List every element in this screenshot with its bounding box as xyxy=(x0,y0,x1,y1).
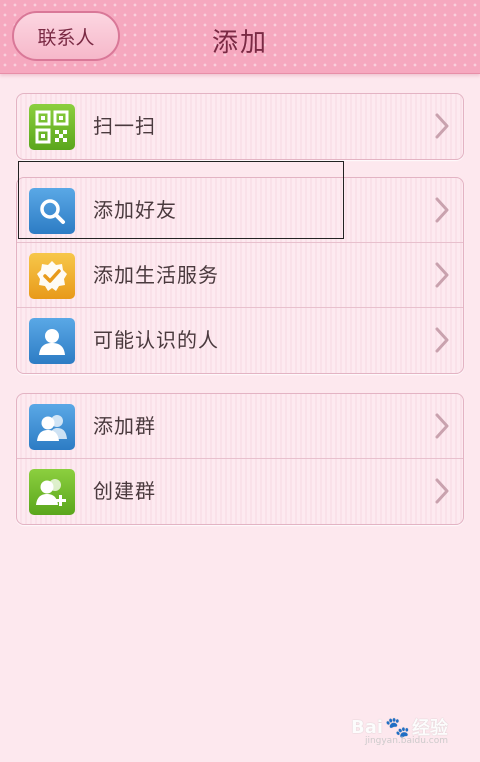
qr-code-icon xyxy=(29,104,75,150)
chevron-right-icon xyxy=(435,262,449,288)
verified-badge-icon xyxy=(29,253,75,299)
menu-item-label: 扫一扫 xyxy=(93,114,156,138)
watermark-url: jingyan.baidu.com xyxy=(364,736,448,746)
page-title: 添加 xyxy=(211,28,268,58)
header-bar: 联系人 添加 xyxy=(0,0,480,74)
group-icon xyxy=(29,404,75,450)
menu-group-groups: 添加群 创建群 xyxy=(16,393,464,525)
menu-item-people-you-may-know[interactable]: 可能认识的人 xyxy=(17,308,463,373)
chevron-right-icon xyxy=(435,478,449,504)
menu-item-label: 添加群 xyxy=(93,414,156,438)
menu-item-add-group[interactable]: 添加群 xyxy=(17,394,463,459)
chevron-right-icon xyxy=(435,113,449,139)
search-icon xyxy=(29,188,75,234)
baidu-watermark: Bai 🐾 经验 jingyan.baidu.com xyxy=(351,714,448,746)
menu-item-label: 添加生活服务 xyxy=(93,263,219,287)
chevron-right-icon xyxy=(435,197,449,223)
menu-item-create-group[interactable]: 创建群 xyxy=(17,459,463,524)
menu-item-life-service[interactable]: 添加生活服务 xyxy=(17,243,463,308)
person-icon xyxy=(29,318,75,364)
menu-group-add-friend: 添加好友 添加生活服务 可能认识的人 xyxy=(16,177,464,374)
menu-item-label: 可能认识的人 xyxy=(93,328,219,352)
chevron-right-icon xyxy=(435,327,449,353)
create-group-icon xyxy=(29,469,75,515)
menu-item-label: 添加好友 xyxy=(93,198,177,222)
chevron-right-icon xyxy=(435,413,449,439)
watermark-brand: Bai xyxy=(351,716,384,738)
menu-item-add-friend[interactable]: 添加好友 xyxy=(17,178,463,243)
menu-item-scan[interactable]: 扫一扫 xyxy=(17,94,463,159)
menu-item-label: 创建群 xyxy=(93,479,156,503)
menu-group-scan: 扫一扫 xyxy=(16,93,464,160)
